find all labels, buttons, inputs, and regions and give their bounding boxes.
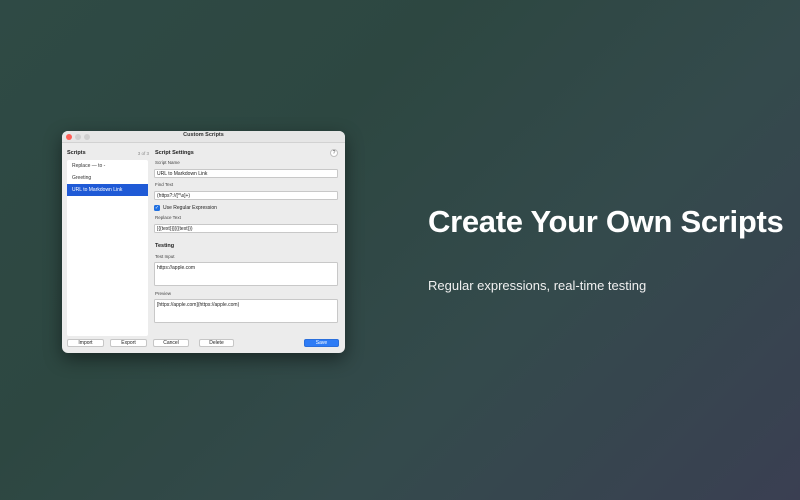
script-item-url-to-markdown[interactable]: URL to Markdown Link [67, 184, 148, 196]
sidebar-title: Scripts [67, 150, 86, 156]
script-item-greeting[interactable]: Greeting [67, 172, 148, 184]
script-name-label: Script Name [155, 160, 180, 165]
hero-title: Create Your Own Scripts [428, 204, 784, 239]
test-input-label: Test Input [155, 254, 175, 259]
script-name-field[interactable]: URL to Markdown Link [154, 169, 338, 178]
find-text-field[interactable]: (https?://[^\s]+) [154, 191, 338, 200]
use-regex-label: Use Regular Expression [163, 205, 217, 211]
title-bar: Custom Scripts [62, 131, 345, 143]
import-button[interactable]: Import [67, 339, 104, 347]
testing-section-title: Testing [155, 243, 175, 249]
replace-text-field[interactable]: [{{text}}]({{text}}) [154, 224, 338, 233]
help-button[interactable]: ? [330, 149, 338, 157]
use-regex-checkbox[interactable]: ✓ [154, 205, 160, 211]
cancel-button[interactable]: Cancel [153, 339, 189, 347]
use-regex-row[interactable]: ✓ Use Regular Expression [154, 205, 217, 211]
hero-subtitle: Regular expressions, real-time testing [428, 278, 647, 293]
export-button[interactable]: Export [110, 339, 147, 347]
preview-area: [https://apple.com](https://apple.com) [154, 299, 338, 323]
save-button[interactable]: Save [304, 339, 339, 347]
replace-text-label: Replace Text [155, 215, 181, 220]
sidebar-header: Scripts 3 of 3 [67, 150, 149, 158]
test-input-area[interactable]: https://apple.com [154, 262, 338, 286]
script-list[interactable]: Replace — to - Greeting URL to Markdown … [67, 160, 148, 336]
script-settings-header: Script Settings [155, 150, 338, 156]
delete-button[interactable]: Delete [199, 339, 234, 347]
settings-section-title: Script Settings [155, 150, 194, 156]
window-title: Custom Scripts [183, 132, 224, 138]
script-count: 3 of 3 [137, 150, 149, 156]
preview-label: Preview [155, 291, 172, 296]
find-text-label: Find Text [155, 182, 174, 187]
custom-scripts-window: Custom Scripts Scripts 3 of 3 Replace — … [62, 131, 345, 353]
script-item-replace-dash[interactable]: Replace — to - [67, 160, 148, 172]
